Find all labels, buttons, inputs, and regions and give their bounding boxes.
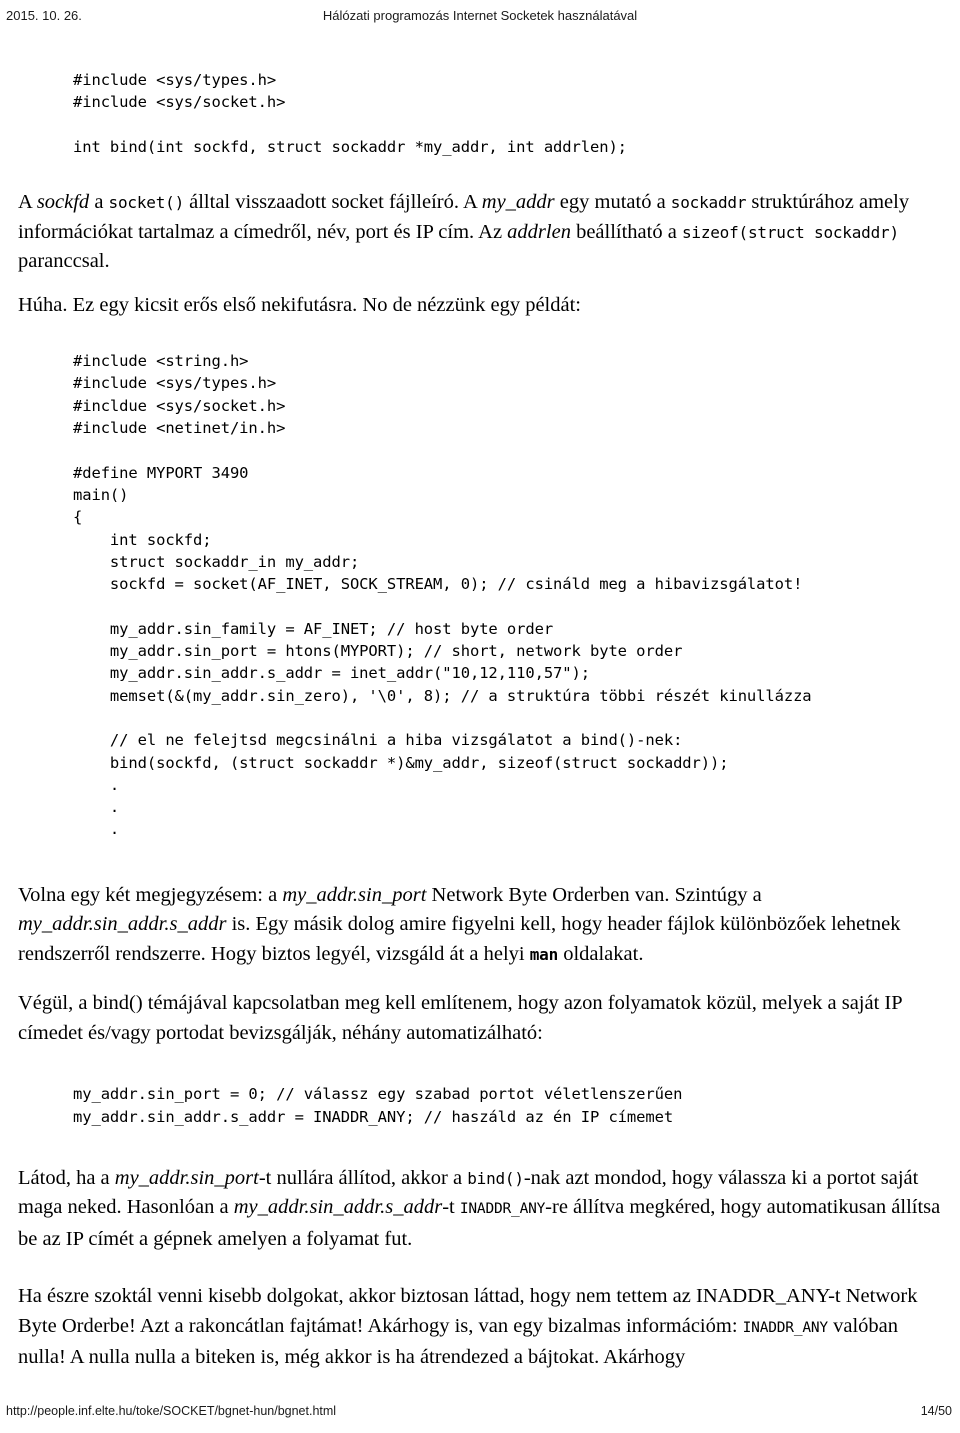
code-bind-call: bind() (467, 1168, 524, 1188)
page-header: 2015. 10. 26. Hálózati programozás Inter… (0, 8, 960, 30)
code-inaddr-any: INADDR_ANY (459, 1201, 546, 1218)
footer-url[interactable]: http://people.inf.elte.hu/toke/SOCKET/bg… (6, 1403, 336, 1419)
document-content: #include <sys/types.h> #include <sys/soc… (18, 62, 946, 1373)
code-sockaddr: sockaddr (670, 193, 747, 213)
var-my-addr: my_addr (481, 191, 555, 214)
var-addrlen: addrlen (507, 220, 571, 243)
text-fragment: Látod, ha a (18, 1166, 115, 1189)
text-fragment: beállítható a (570, 220, 682, 243)
var-s-addr: my_addr.sin_addr.s_addr (18, 913, 227, 936)
code-block-example-main: main() { int sockfd; struct sockaddr_in … (73, 485, 812, 839)
code-block-auto-assign: my_addr.sin_port = 0; // válassz egy sza… (73, 1085, 683, 1126)
code-inaddr-any: INADDR_ANY (742, 1319, 829, 1336)
page-footer: http://people.inf.elte.hu/toke/SOCKET/bg… (0, 1403, 960, 1423)
paragraph-inaddr-any-note: Ha észre szoktál venni kisebb dolgokat, … (18, 1282, 946, 1373)
text-fragment: -t (442, 1196, 460, 1219)
code-sizeof-sockaddr: sizeof(struct sockaddr) (681, 222, 899, 242)
text-fragment: álltal visszaadott socket fájlleíró. A (184, 191, 482, 214)
var-sockfd: sockfd (36, 191, 90, 214)
text-fragment: oldalakat. (558, 942, 644, 965)
paragraph-huha: Húha. Ez egy kicsit erős első nekifutásr… (18, 293, 581, 316)
text-fragment: a (89, 191, 109, 214)
code-man: man (529, 944, 559, 964)
paragraph-automation-intro: Végül, a bind() témájával kapcsolatban m… (18, 992, 902, 1044)
text-fragment: paranccsal. (18, 250, 110, 273)
paragraph-byte-order-notes: Volna egy két megjegyzésem: a my_addr.si… (18, 881, 946, 970)
text-fragment: Network Byte Orderben van. Szintúgy a (426, 883, 762, 906)
text-fragment: Volna egy két megjegyzésem: a (18, 883, 283, 906)
code-socket-call: socket() (108, 193, 185, 213)
paragraph-bind-params: A sockfd a socket() álltal visszaadott s… (18, 188, 946, 277)
text-fragment: A (18, 191, 37, 214)
text-fragment: -t nullára állítod, akkor a (258, 1166, 468, 1189)
var-sin-port: my_addr.sin_port (114, 1166, 259, 1189)
code-block-example-includes: #include <string.h> #include <sys/types.… (73, 352, 286, 482)
var-s-addr: my_addr.sin_addr.s_addr (233, 1196, 443, 1219)
header-title: Hálózati programozás Internet Socketek h… (322, 8, 638, 23)
text-fragment: egy mutató a (554, 191, 671, 214)
paragraph-zero-port-explanation: Látod, ha a my_addr.sin_port-t nullára á… (18, 1164, 946, 1255)
code-block-bind-signature: #include <sys/types.h> #include <sys/soc… (73, 71, 627, 156)
footer-page-number: 14/50 (920, 1404, 952, 1418)
document-page: 2015. 10. 26. Hálózati programozás Inter… (0, 0, 960, 1433)
var-sin-port: my_addr.sin_port (282, 883, 427, 906)
